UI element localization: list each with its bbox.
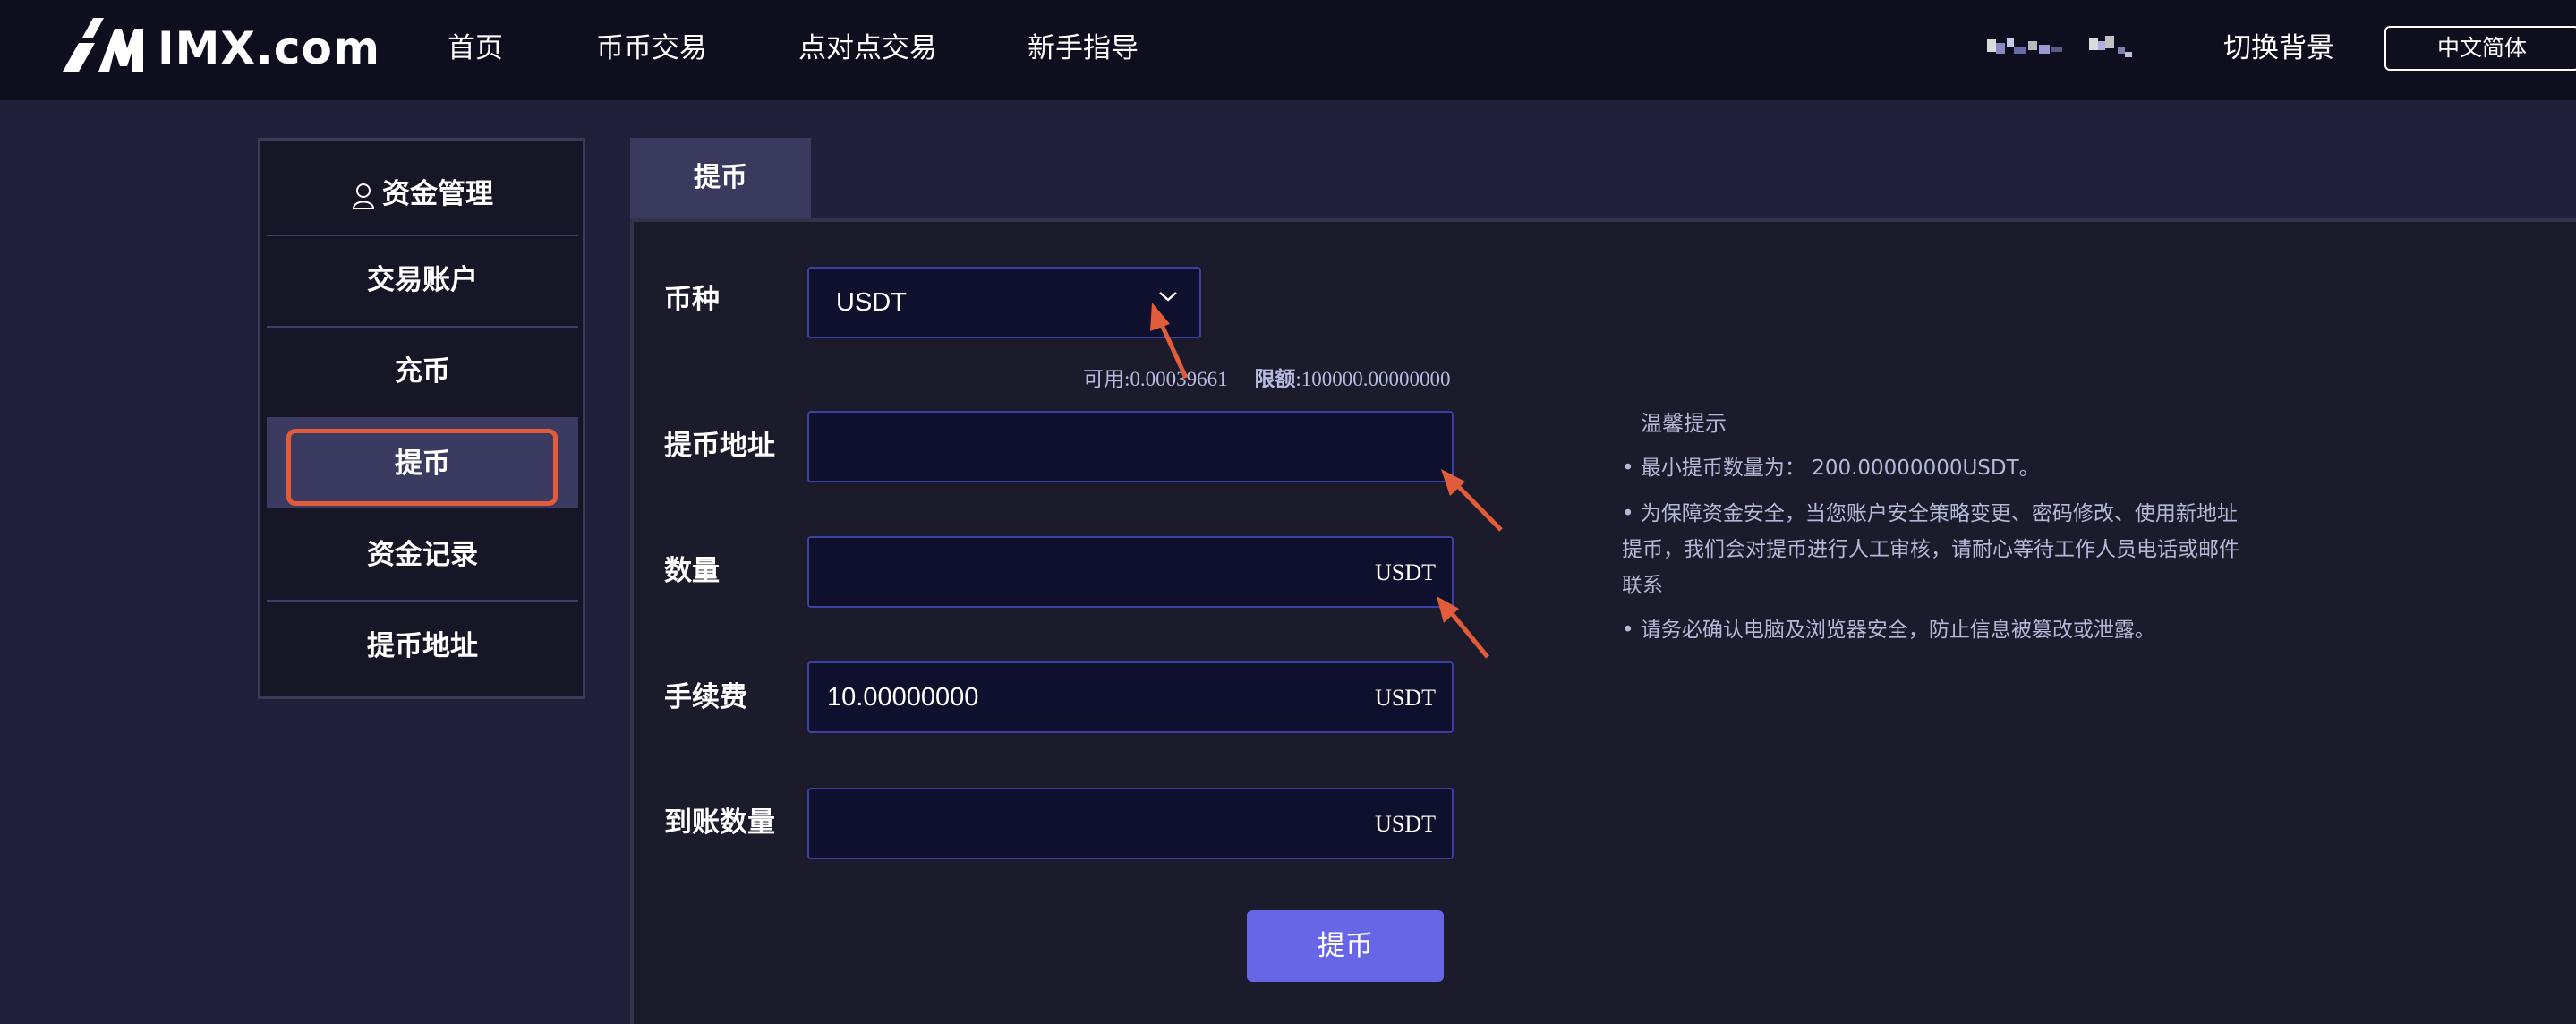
nav-beginner-guide[interactable]: 新手指导 [1028,27,1139,70]
amount-unit: USDT [1375,559,1436,585]
withdraw-address-input[interactable] [807,411,1454,482]
received-unit: USDT [1375,811,1436,837]
language-button[interactable]: 中文简体 [2384,26,2576,71]
blurred-username[interactable] [1987,34,2064,61]
sidebar-item-label: 资金管理 [382,178,493,210]
address-label: 提币地址 [664,430,775,462]
blurred-user-icon[interactable] [2089,34,2134,61]
received-amount-field: USDT [807,788,1454,859]
switch-background-link[interactable]: 切换背景 [2223,27,2334,70]
received-label: 到账数量 [664,806,775,839]
amount-label: 数量 [664,555,720,587]
tips-title: 温馨提示 [1641,411,1727,436]
sidebar-item-deposit[interactable]: 充币 [267,328,578,415]
tip-item: • 请务必确认电脑及浏览器安全，防止信息被篡改或泄露。 [1622,619,2155,642]
balance-info: 可用:0.00039661 限额:100000.00000000 [1083,363,1451,396]
sidebar-item-asset-management[interactable]: 资金管理 [267,150,578,238]
tip-item: • 最小提币数量为： 200.00000000USDT。 [1622,457,2040,480]
logo-text[interactable]: IMX.com [158,20,380,77]
tip-item: • 为保障资金安全，当您账户安全策略变更、密码修改、使用新地址提币，我们会对提币… [1622,502,2239,597]
coin-select[interactable]: USDT [807,267,1201,338]
tab-withdraw[interactable]: 提币 [630,138,811,218]
limit-label: 限额 [1254,368,1296,390]
limit-value: :100000.00000000 [1295,368,1451,390]
sidebar-divider [267,600,578,602]
chevron-down-icon[interactable] [1156,285,1180,308]
fee-value: 10.00000000 [827,683,979,712]
nav-spot-trading[interactable]: 币币交易 [596,27,707,70]
nav-p2p-trading[interactable]: 点对点交易 [798,27,937,70]
fee-unit: USDT [1375,685,1436,711]
nav-home[interactable]: 首页 [448,27,503,70]
sidebar-item-withdraw-address[interactable]: 提币地址 [267,602,578,690]
user-icon [352,183,375,209]
annotation-highlight-box [286,429,558,506]
fee-label: 手续费 [664,681,747,713]
imx-logo-icon[interactable] [63,16,143,72]
coin-label: 币种 [664,284,720,316]
available-balance: 可用:0.00039661 [1083,368,1228,390]
amount-input[interactable]: USDT [807,536,1454,608]
fee-field: 10.00000000 USDT [807,661,1454,733]
withdraw-panel [630,218,2576,1024]
withdraw-submit-button[interactable]: 提币 [1247,910,1444,982]
sidebar-item-asset-records[interactable]: 资金记录 [267,511,578,599]
coin-selected-value: USDT [836,288,907,317]
top-header [0,0,2576,100]
sidebar-item-trading-account[interactable]: 交易账户 [267,236,578,324]
